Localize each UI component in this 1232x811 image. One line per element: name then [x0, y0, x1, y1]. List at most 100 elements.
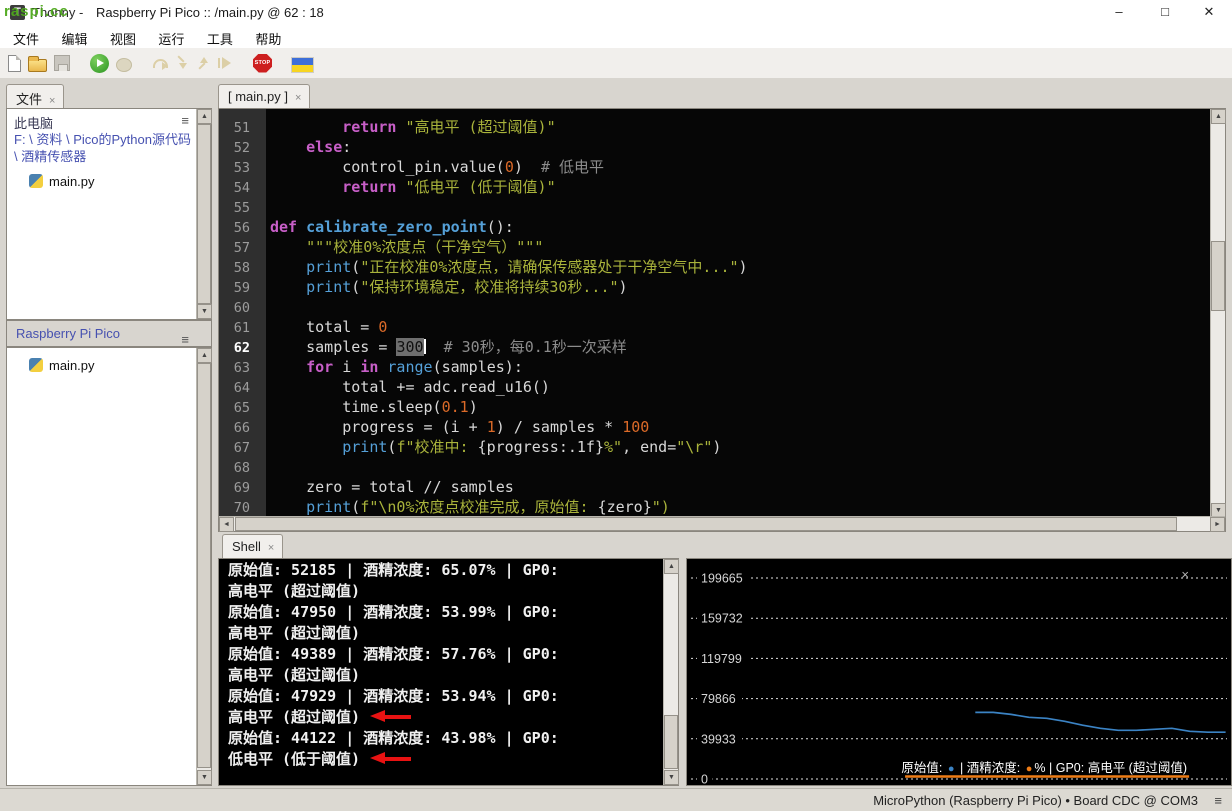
code-text: samples = 300 # 30秒，每0.1秒一次采样	[258, 338, 627, 356]
legend-gp0-status: GP0: 高电平 (超过阈值)	[1056, 761, 1187, 775]
shell-line: 低电平 (低于阈值)	[228, 749, 662, 770]
minimize-button[interactable]: –	[1102, 0, 1136, 25]
shell-scrollbar-thumb[interactable]	[664, 715, 678, 769]
tab-mainpy[interactable]: [ main.py ] ×	[218, 84, 310, 108]
code-line: 65 time.sleep(0.1)	[219, 397, 1210, 417]
code-text: return "低电平 (低于阈值)"	[258, 178, 556, 196]
line-number: 54	[219, 178, 258, 198]
code-text: print("保持环境稳定，校准将持续30秒...")	[258, 278, 628, 296]
menu-bar: 文件 编辑 视图 运行 工具 帮助	[0, 26, 1232, 48]
scroll-left-icon[interactable]: ◄	[219, 517, 234, 532]
run-icon[interactable]	[90, 54, 109, 73]
line-number: 51	[219, 118, 258, 138]
code-editor[interactable]: 51 return "高电平 (超过阈值)"52 else:53 control…	[219, 109, 1210, 516]
scroll-down-icon[interactable]: ▼	[197, 304, 212, 319]
device-scrollbar-thumb[interactable]	[197, 363, 211, 768]
open-folder-icon[interactable]	[28, 59, 47, 72]
shell-scrollbar[interactable]: ▲ ▼	[663, 559, 678, 785]
scroll-down-icon[interactable]: ▼	[664, 770, 679, 785]
editor-vscrollbar-thumb[interactable]	[1211, 241, 1225, 311]
scroll-down-icon[interactable]: ▼	[197, 770, 212, 785]
code-line: 66 progress = (i + 1) / samples * 100	[219, 417, 1210, 437]
scroll-up-icon[interactable]: ▲	[197, 109, 212, 124]
code-line: 51 return "高电平 (超过阈值)"	[219, 117, 1210, 137]
maximize-button[interactable]: □	[1148, 0, 1182, 25]
step-out-icon[interactable]	[196, 54, 210, 72]
shell-line: 高电平 (超过阈值)	[228, 581, 662, 602]
files-path-line1[interactable]: F: \ 资料 \ Pico的Python源代码	[14, 131, 192, 148]
save-icon[interactable]	[54, 55, 70, 71]
code-text: print("正在校准0%浓度点，请确保传感器处于干净空气中...")	[258, 258, 748, 276]
files-path-line2[interactable]: \ 酒精传感器	[14, 148, 192, 165]
files-scrollbar-thumb[interactable]	[197, 124, 211, 304]
watermark: raspi.cc	[4, 3, 69, 20]
tab-mainpy-label: [ main.py ]	[228, 89, 288, 104]
app-window: T Thonny - Raspberry Pi Pico :: /main.py…	[0, 0, 1232, 811]
files-scrollbar[interactable]: ▲ ▼	[196, 109, 211, 319]
scroll-up-icon[interactable]: ▲	[664, 559, 679, 574]
device-scrollbar[interactable]: ▲ ▼	[196, 348, 211, 785]
editor-panel: 51 return "高电平 (超过阈值)"52 else:53 control…	[218, 108, 1226, 532]
code-line: 55	[219, 197, 1210, 217]
annotation-arrow	[370, 710, 412, 723]
editor-hscrollbar-thumb[interactable]	[235, 517, 1177, 531]
shell-line: 原始值: 44122 | 酒精浓度: 43.98% | GP0:	[228, 728, 662, 749]
scroll-up-icon[interactable]: ▲	[1211, 109, 1226, 124]
code-line: 63 for i in range(samples):	[219, 357, 1210, 377]
new-file-icon[interactable]	[8, 55, 21, 72]
scroll-right-icon[interactable]: ►	[1210, 517, 1225, 532]
plot-canvas: 19966515973211979979866399330	[687, 559, 1231, 785]
code-text: print(f"校准中: {progress:.1f}%", end="\r")	[258, 438, 721, 456]
legend-conc-label: 酒精浓度:	[967, 761, 1020, 775]
code-line: 64 total += adc.read_u16()	[219, 377, 1210, 397]
ukraine-flag-icon[interactable]	[292, 58, 313, 72]
shell-line: 高电平 (超过阈值)	[228, 665, 662, 686]
line-number: 65	[219, 398, 258, 418]
tab-files-label: 文件	[16, 92, 42, 107]
plotter-close-icon[interactable]: ×	[1181, 568, 1189, 581]
debug-icon[interactable]	[116, 58, 132, 72]
plot-legend: 原始值: ● | 酒精浓度: ●% | GP0: 高电平 (超过阈值)	[901, 757, 1187, 776]
toolbar: STOP	[0, 48, 1232, 78]
series-line-0	[975, 712, 1225, 732]
editor-hscrollbar[interactable]: ◄ ►	[219, 516, 1225, 531]
code-line: 60	[219, 297, 1210, 317]
step-over-icon[interactable]	[152, 54, 168, 72]
code-text: total = 0	[258, 318, 387, 336]
stop-icon[interactable]: STOP	[253, 54, 272, 73]
line-number: 56	[219, 218, 258, 238]
status-bar: MicroPython (Raspberry Pi Pico) • Board …	[0, 788, 1232, 811]
tab-shell-close-icon[interactable]: ×	[268, 542, 274, 554]
annotation-arrow	[370, 752, 412, 765]
status-menu-icon[interactable]: ≡	[1214, 793, 1222, 808]
line-number: 57	[219, 238, 258, 258]
raw-series-dot-icon: ●	[948, 763, 955, 775]
device-files-panel: main.py ▲ ▼	[6, 347, 212, 786]
tab-shell[interactable]: Shell×	[222, 534, 283, 558]
files-path-breadcrumb[interactable]: F: \ 资料 \ Pico的Python源代码 \ 酒精传感器	[14, 131, 192, 165]
step-into-icon[interactable]	[175, 54, 189, 72]
files-menu-icon[interactable]: ≡	[181, 113, 189, 128]
shell-line: 原始值: 52185 | 酒精浓度: 65.07% | GP0:	[228, 560, 662, 581]
device-section-header: Raspberry Pi Pico ≡	[6, 320, 212, 347]
close-button[interactable]: ✕	[1192, 0, 1226, 25]
code-text: control_pin.value(0) # 低电平	[258, 158, 604, 176]
tab-files-close-icon[interactable]: ×	[49, 95, 55, 107]
scroll-up-icon[interactable]: ▲	[197, 348, 212, 363]
python-file-icon	[29, 358, 43, 372]
tab-mainpy-close-icon[interactable]: ×	[295, 92, 301, 104]
local-file-mainpy[interactable]: main.py	[7, 171, 193, 191]
line-number: 60	[219, 298, 258, 318]
resume-icon[interactable]	[217, 54, 233, 72]
code-line: 67 print(f"校准中: {progress:.1f}%", end="\…	[219, 437, 1210, 457]
line-number: 53	[219, 158, 258, 178]
window-title: Raspberry Pi Pico :: /main.py @ 62 : 18	[96, 5, 324, 20]
code-text: total += adc.read_u16()	[258, 378, 550, 396]
tab-files[interactable]: 文件 ×	[6, 84, 64, 108]
shell-panel[interactable]: 原始值: 52185 | 酒精浓度: 65.07% | GP0:高电平 (超过阈…	[218, 558, 679, 786]
device-file-mainpy[interactable]: main.py	[7, 355, 193, 375]
line-number: 66	[219, 418, 258, 438]
files-this-pc[interactable]: 此电脑	[14, 113, 53, 132]
editor-vscrollbar[interactable]: ▲ ▼	[1210, 109, 1225, 518]
code-text: time.sleep(0.1)	[258, 398, 478, 416]
